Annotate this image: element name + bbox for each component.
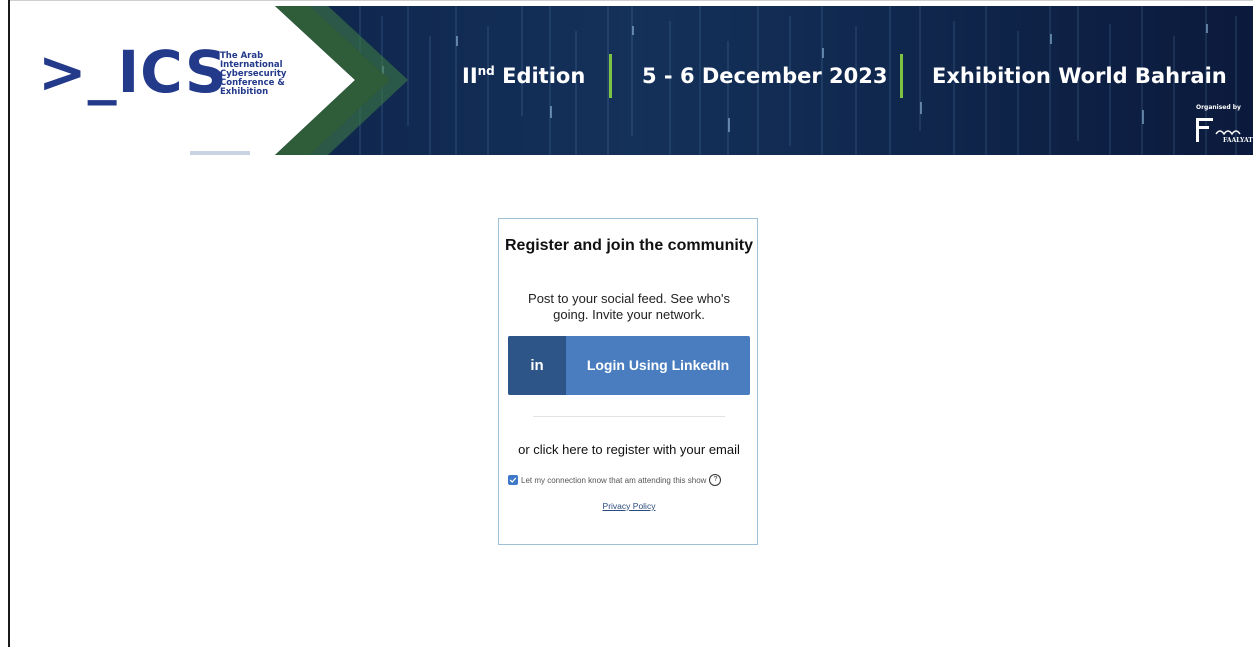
organiser-name: FAALYAT bbox=[1223, 137, 1253, 144]
consent-row: Let my connection know that am attending… bbox=[508, 473, 753, 487]
separator-1 bbox=[609, 54, 612, 98]
register-card: Register and join the community Post to … bbox=[498, 218, 758, 545]
frame-top-border bbox=[8, 0, 1253, 1]
consent-checkbox[interactable] bbox=[508, 475, 518, 485]
separator-2 bbox=[900, 54, 903, 98]
register-with-email-link[interactable]: or click here to register with your emai… bbox=[499, 442, 759, 457]
checkmark-icon bbox=[509, 477, 517, 483]
privacy-policy-link[interactable]: Privacy Policy bbox=[499, 501, 759, 511]
organised-by-label: Organised by bbox=[1196, 104, 1241, 111]
event-banner: >_ICS The Arab International Cybersecuri… bbox=[10, 6, 1253, 155]
card-title: Register and join the community bbox=[504, 237, 754, 254]
consent-label: Let my connection know that am attending… bbox=[521, 475, 707, 485]
linkedin-icon: in bbox=[508, 336, 566, 395]
divider bbox=[533, 416, 725, 417]
ics-logo: >_ICS bbox=[38, 38, 228, 106]
card-subtitle: Post to your social feed. See who's goin… bbox=[528, 291, 730, 322]
event-dates: 5 - 6 December 2023 bbox=[642, 64, 888, 88]
edition-label: IInd Edition bbox=[462, 64, 586, 88]
help-question-icon[interactable]: ? bbox=[709, 474, 722, 486]
ics-logo-subtitle: The Arab International Cybersecurity Con… bbox=[220, 51, 287, 97]
event-venue: Exhibition World Bahrain bbox=[932, 64, 1227, 88]
linkedin-login-button[interactable]: in Login Using LinkedIn bbox=[508, 336, 750, 395]
linkedin-login-label: Login Using LinkedIn bbox=[586, 357, 730, 373]
